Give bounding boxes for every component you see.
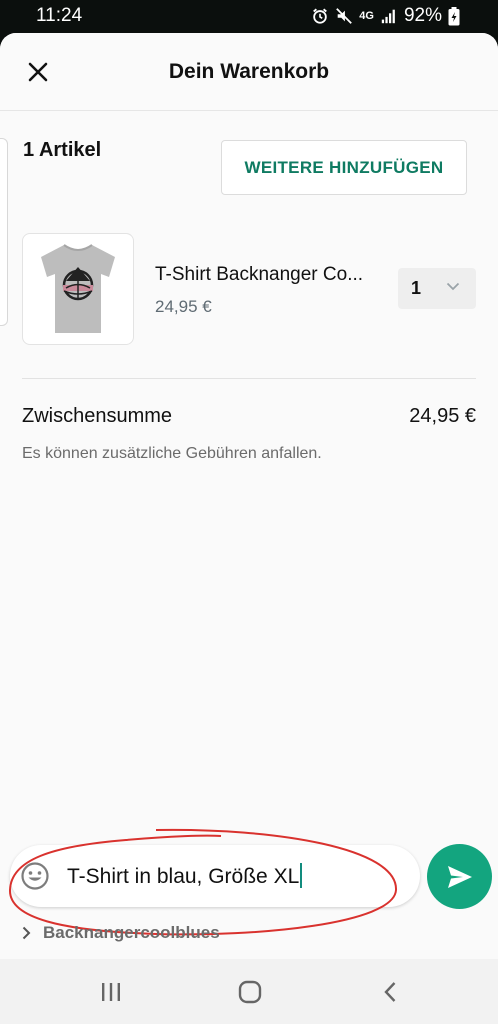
battery-icon (448, 6, 460, 25)
battery-percent: 92% (403, 5, 442, 26)
navigation-bar (0, 959, 498, 1024)
recent-apps-button[interactable] (91, 977, 131, 1007)
quantity-value: 1 (411, 278, 422, 298)
subtotal-label: Zwischensumme (22, 405, 173, 427)
product-name[interactable]: T-Shirt Backnanger Co... (155, 264, 391, 286)
item-count: 1 Artikel (23, 139, 102, 161)
recent-apps-icon (102, 983, 120, 1001)
add-more-button[interactable]: WEITERE HINZUFÜGEN (221, 140, 467, 195)
page-title: Dein Warenkorb (168, 60, 330, 83)
status-icons: 4G 92% (311, 5, 460, 27)
home-button[interactable] (230, 977, 270, 1007)
product-price: 24,95 € (155, 297, 212, 316)
business-link[interactable]: Backnangercoolblues (22, 923, 220, 943)
divider (22, 378, 476, 379)
product-image[interactable] (22, 233, 134, 345)
sheet-header: Dein Warenkorb (0, 33, 498, 111)
back-icon (384, 982, 396, 1002)
chevron-down-icon (446, 282, 460, 291)
send-icon (447, 865, 472, 888)
home-icon (238, 980, 262, 1004)
alarm-icon (313, 8, 328, 24)
fees-note: Es können zusätzliche Gebühren anfallen. (22, 445, 322, 462)
subtotal-value: 24,95 € (409, 405, 476, 427)
chevron-right-icon (22, 926, 31, 940)
mute-icon (336, 8, 353, 24)
status-time: 11:24 (36, 5, 83, 26)
business-name: Backnangercoolblues (43, 923, 220, 942)
network-4g-icon: 4G (359, 10, 374, 22)
background-card-edge (0, 138, 8, 326)
tshirt-image (41, 244, 115, 333)
send-button[interactable] (427, 844, 492, 909)
status-bar: 11:24 4G 92% (0, 0, 498, 32)
signal-icon (381, 9, 395, 24)
quantity-select[interactable]: 1 (398, 268, 476, 309)
back-button[interactable] (370, 977, 410, 1007)
cart-sheet: Dein Warenkorb 1 Artikel WEITERE HINZUFÜ… (0, 33, 498, 959)
